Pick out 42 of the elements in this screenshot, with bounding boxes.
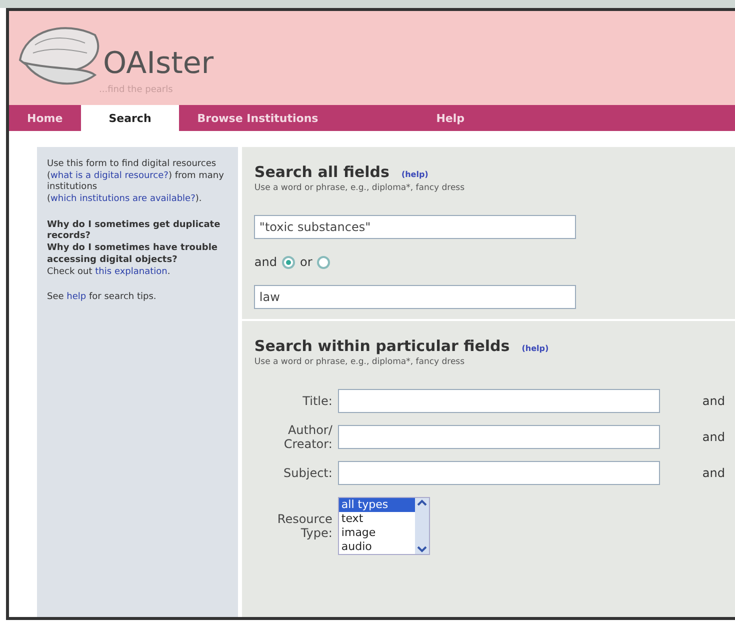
list-option[interactable]: text [339, 512, 416, 526]
radio-button[interactable] [317, 256, 330, 268]
sidebar-text: Use this form to find digital resources (what is a digital resource?) from many institutions (which institutions are available?). [47, 159, 225, 206]
sidebar-link[interactable]: which institutions are available? [50, 194, 196, 204]
sidebar-link[interactable]: this explanation [95, 266, 168, 276]
nav-tab[interactable]: Browse Institutions [179, 105, 418, 131]
input-field[interactable] [338, 425, 660, 449]
input-field[interactable] [338, 461, 660, 485]
field-label: Resource Type: [276, 512, 332, 540]
operator-label: and [254, 255, 277, 269]
sidebar-link[interactable]: help [66, 292, 86, 302]
scroll-up-icon[interactable] [415, 498, 430, 508]
list-option[interactable]: all types [339, 498, 416, 512]
sidebar-link[interactable]: what is a digital resource? [50, 170, 168, 181]
logo-text: OAIster [103, 46, 214, 81]
help-link[interactable]: (help) [522, 344, 549, 353]
field-label: Author/ Creator: [282, 423, 332, 451]
search-field[interactable]: law [254, 285, 576, 309]
hint-text: Use a word or phrase, e.g., diploma*, fancy dress [254, 183, 466, 193]
sidebar-text: Why do I sometimes get duplicate records? Why do I sometimes have trouble accessing digital objects? Check out this explanation. [47, 220, 222, 278]
sidebar-text: See help for search tips. [47, 292, 158, 304]
field-label: Title: [302, 394, 332, 408]
section-heading: Search within particular fields [254, 337, 510, 355]
section-heading: Search all fields [254, 163, 390, 181]
list-option[interactable]: audio [339, 540, 416, 554]
operator-label: or [300, 255, 312, 269]
connector-label: and [701, 394, 725, 408]
search-field[interactable]: "toxic substances" [254, 215, 576, 239]
resource-type-list[interactable]: all types text image audio [338, 497, 430, 555]
connector-label: and [701, 466, 725, 480]
help-link[interactable]: (help) [401, 170, 428, 179]
field-label: Subject: [282, 466, 332, 480]
input-field[interactable] [338, 389, 660, 413]
list-option[interactable]: image [339, 526, 416, 540]
scroll-down-icon[interactable] [415, 544, 430, 554]
radio-button[interactable] [282, 256, 295, 268]
nav-tab[interactable]: Help [418, 105, 483, 131]
hint-text: Use a word or phrase, e.g., diploma*, fancy dress [254, 357, 466, 367]
nav-tab[interactable]: Home [9, 105, 81, 131]
connector-label: and [701, 430, 725, 444]
scrollbar[interactable] [415, 498, 430, 554]
nav-tab[interactable]: Search [80, 105, 180, 131]
